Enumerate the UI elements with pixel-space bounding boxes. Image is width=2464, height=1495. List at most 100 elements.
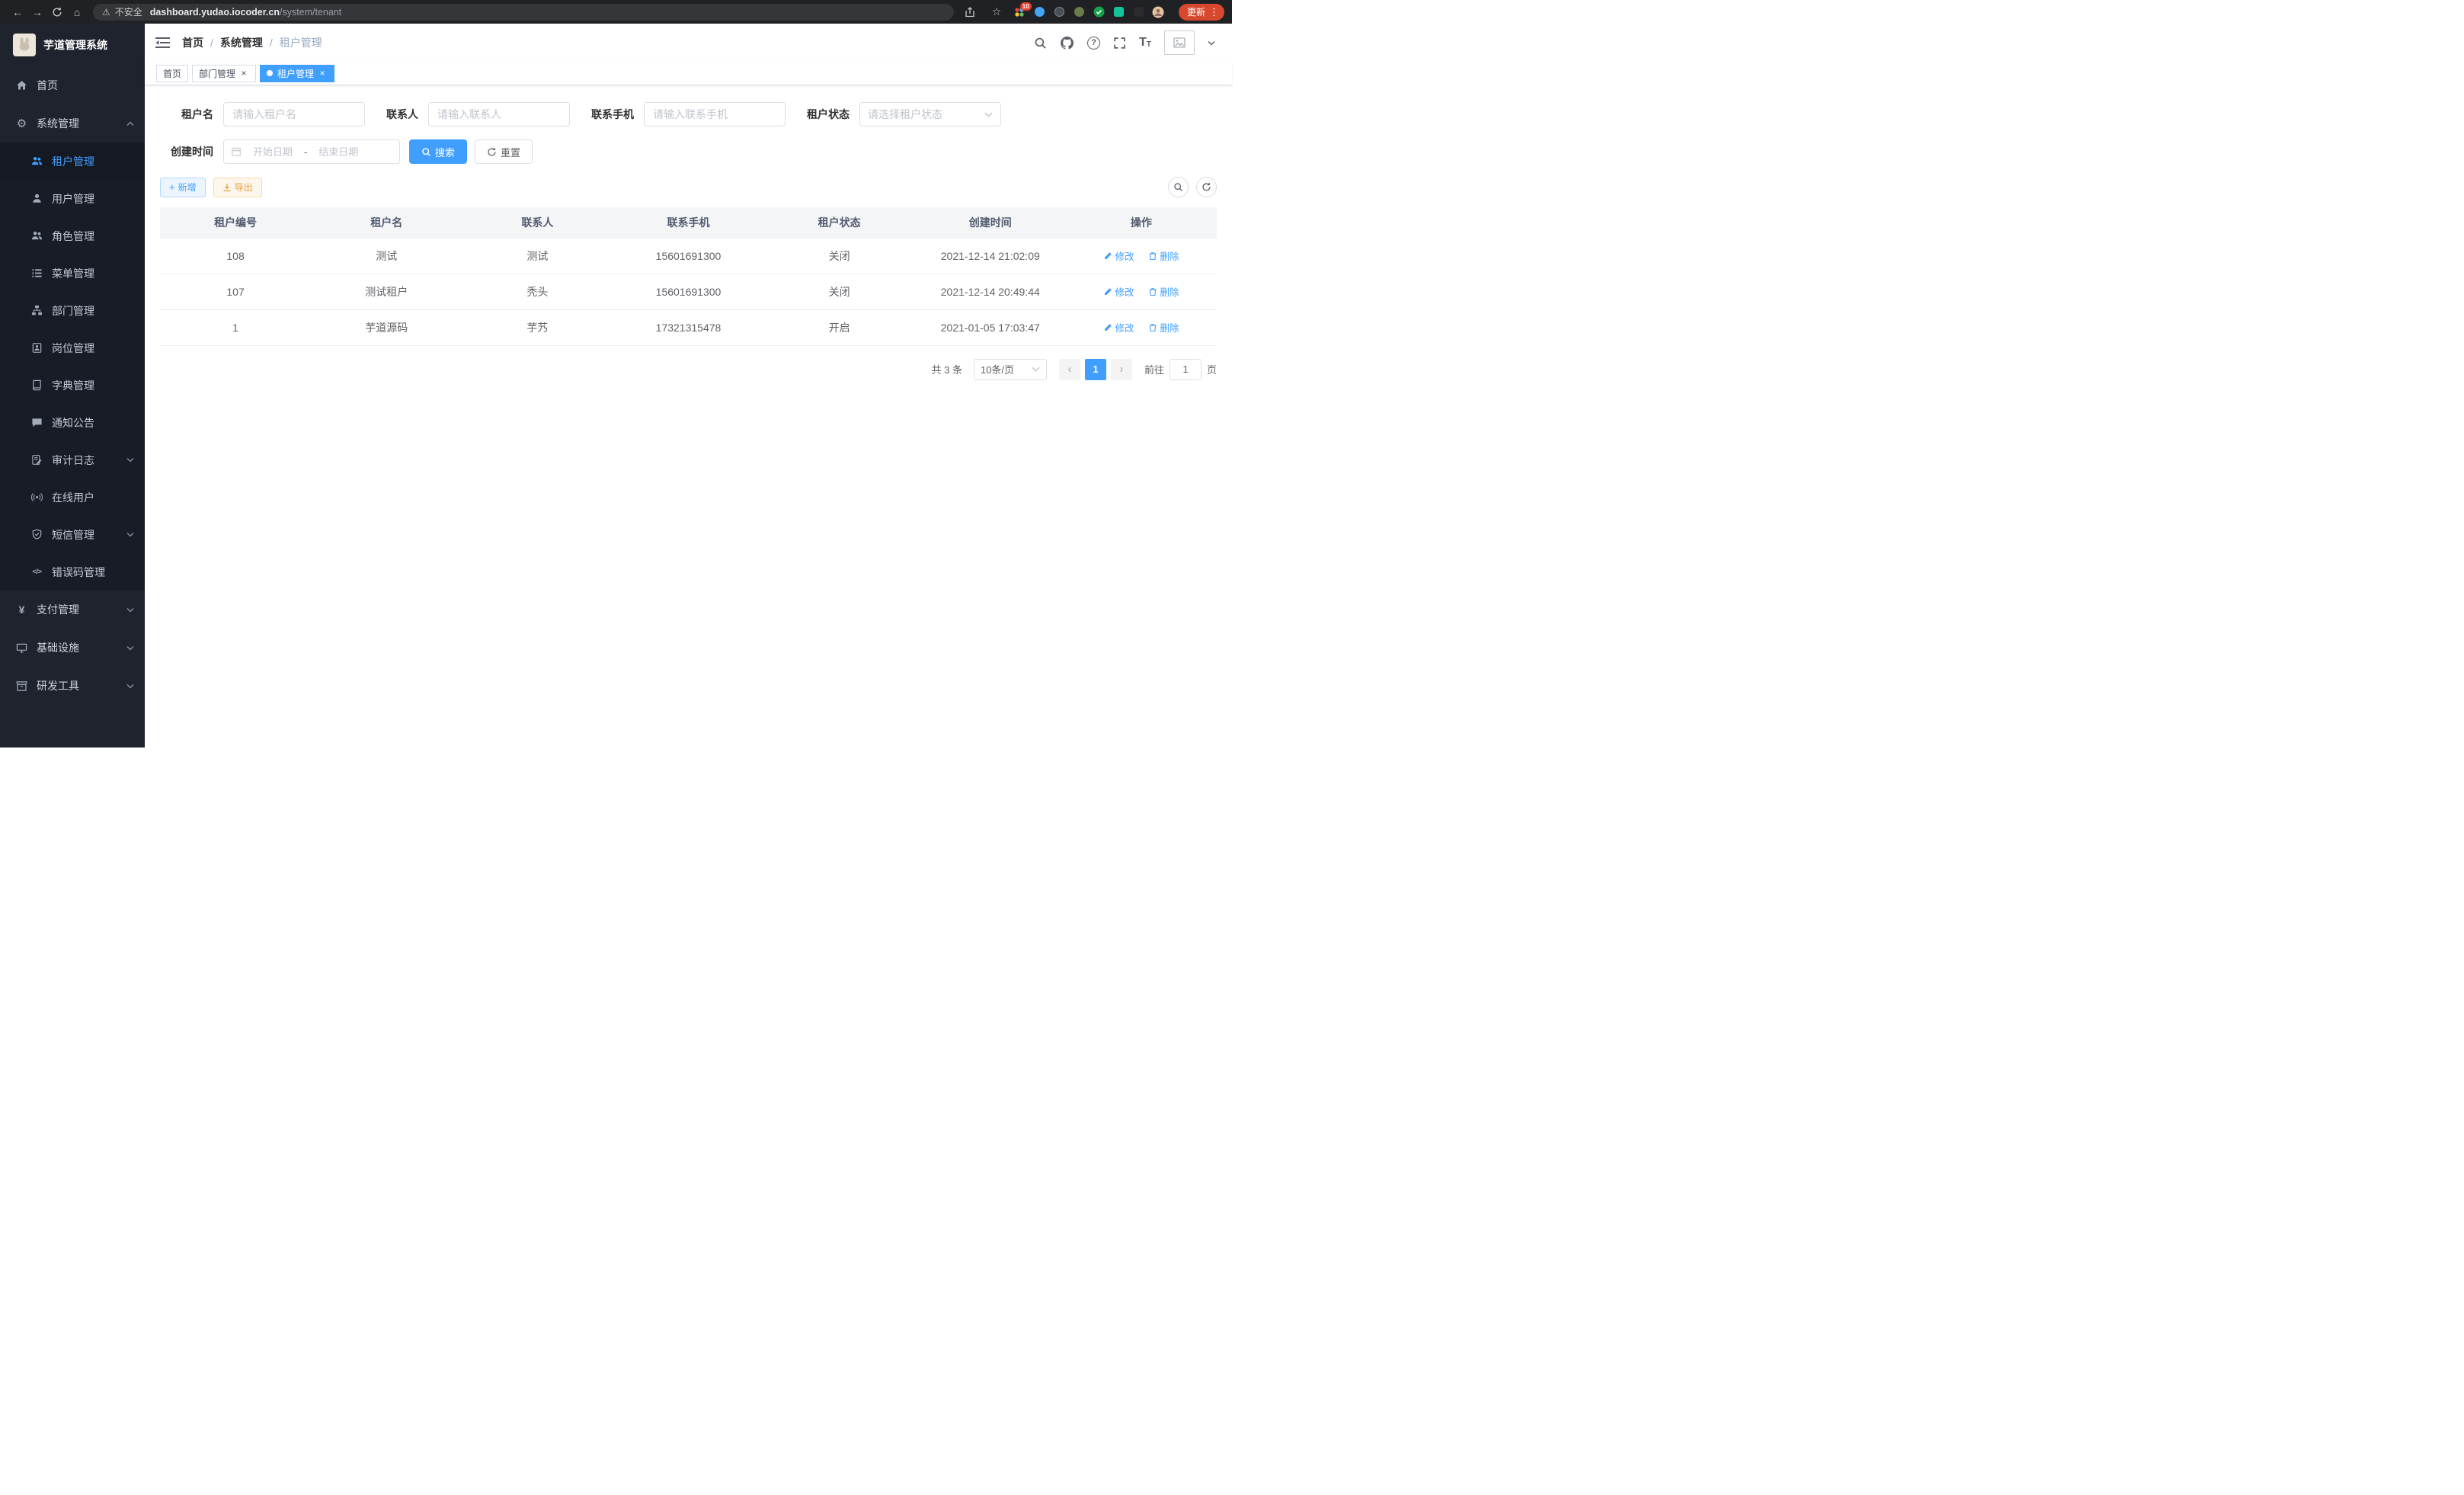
profile-avatar-icon[interactable] bbox=[1152, 5, 1165, 18]
refresh-icon bbox=[487, 147, 497, 157]
prev-page-button[interactable]: ‹ bbox=[1059, 359, 1080, 380]
start-date-input[interactable] bbox=[245, 146, 301, 158]
edit-button[interactable]: 修改 bbox=[1103, 248, 1134, 263]
tab-dept[interactable]: 部门管理 × bbox=[192, 65, 256, 82]
cell-status: 关闭 bbox=[764, 238, 915, 274]
extension-icon[interactable] bbox=[1112, 5, 1125, 18]
sidebar-item-post[interactable]: 岗位管理 bbox=[0, 329, 145, 367]
page-number-button[interactable]: 1 bbox=[1085, 359, 1106, 380]
delete-button[interactable]: 删除 bbox=[1148, 284, 1179, 299]
extension-icon[interactable] bbox=[1033, 5, 1046, 18]
sidebar-item-home[interactable]: 首页 bbox=[0, 66, 145, 104]
contact-input[interactable] bbox=[428, 102, 570, 126]
announcement-icon bbox=[30, 416, 43, 429]
sidebar-item-label: 研发工具 bbox=[37, 678, 79, 693]
sidebar-item-system[interactable]: ⚙ 系统管理 bbox=[0, 104, 145, 142]
export-button[interactable]: 导出 bbox=[213, 178, 262, 197]
page-unit-label: 页 bbox=[1207, 362, 1217, 376]
tab-close-icon[interactable]: × bbox=[238, 68, 249, 78]
breadcrumb-system[interactable]: 系统管理 bbox=[220, 35, 263, 50]
chevron-up-icon bbox=[126, 121, 134, 126]
sidebar-item-audit[interactable]: 审计日志 bbox=[0, 441, 145, 479]
active-tab-dot bbox=[267, 70, 273, 76]
sidebar-item-menu[interactable]: 菜单管理 bbox=[0, 255, 145, 292]
sidebar-item-tenant[interactable]: 租户管理 bbox=[0, 142, 145, 180]
extension-icon[interactable] bbox=[1093, 5, 1106, 18]
sidebar-item-payment[interactable]: ¥ 支付管理 bbox=[0, 591, 145, 629]
tabs-bar: 首页 部门管理 × 租户管理 × bbox=[145, 62, 1232, 85]
fullscreen-icon[interactable] bbox=[1113, 37, 1126, 50]
extension-badge: 10 bbox=[1020, 2, 1032, 11]
sidebar-toggle-icon[interactable] bbox=[155, 37, 170, 49]
create-time-range-picker[interactable]: - bbox=[223, 139, 400, 164]
extension-icon[interactable] bbox=[1073, 5, 1086, 18]
goto-page-input[interactable] bbox=[1170, 359, 1202, 380]
cell-created: 2021-12-14 21:02:09 bbox=[915, 238, 1066, 274]
cell-phone: 15601691300 bbox=[613, 238, 763, 274]
page-size-select[interactable]: 10条/页 bbox=[974, 359, 1047, 380]
sidebar-item-role[interactable]: 角色管理 bbox=[0, 217, 145, 255]
sidebar-item-errorcode[interactable]: </> 错误码管理 bbox=[0, 553, 145, 591]
sidebar-item-dept[interactable]: 部门管理 bbox=[0, 292, 145, 329]
sidebar-item-user[interactable]: 用户管理 bbox=[0, 180, 145, 217]
menu-list-icon bbox=[30, 267, 43, 280]
next-page-button[interactable]: › bbox=[1111, 359, 1132, 380]
home-icon[interactable]: ⌂ bbox=[67, 2, 87, 22]
phone-input[interactable] bbox=[644, 102, 786, 126]
sidebar-item-label: 错误码管理 bbox=[52, 565, 105, 580]
reset-button[interactable]: 重置 bbox=[475, 139, 533, 164]
extension-icon[interactable] bbox=[1132, 5, 1145, 18]
help-icon[interactable]: ? bbox=[1087, 37, 1100, 50]
share-icon[interactable] bbox=[960, 2, 980, 22]
sidebar-item-dict[interactable]: 字典管理 bbox=[0, 367, 145, 404]
create-time-label: 创建时间 bbox=[160, 144, 213, 159]
github-icon[interactable] bbox=[1060, 36, 1074, 50]
refresh-icon bbox=[1202, 182, 1211, 192]
sidebar-item-online[interactable]: 在线用户 bbox=[0, 479, 145, 516]
delete-button[interactable]: 删除 bbox=[1148, 320, 1179, 335]
security-label: 不安全 bbox=[115, 5, 142, 18]
tab-label: 首页 bbox=[163, 67, 181, 80]
toggle-search-button[interactable] bbox=[1168, 177, 1189, 197]
cell-created: 2021-12-14 20:49:44 bbox=[915, 274, 1066, 309]
forward-icon[interactable]: → bbox=[27, 2, 47, 22]
browser-menu-icon[interactable]: ⋮ bbox=[1209, 6, 1219, 18]
chevron-down-icon[interactable] bbox=[1208, 40, 1215, 46]
end-date-input[interactable] bbox=[310, 146, 366, 158]
search-icon[interactable] bbox=[1034, 37, 1047, 50]
tab-tenant[interactable]: 租户管理 × bbox=[260, 65, 334, 82]
address-bar[interactable]: ⚠ 不安全 dashboard.yudao.iocoder.cn/system/… bbox=[93, 4, 954, 21]
tab-close-icon[interactable]: × bbox=[317, 68, 328, 78]
sidebar-item-devtools[interactable]: 研发工具 bbox=[0, 667, 145, 705]
delete-button[interactable]: 删除 bbox=[1148, 248, 1179, 263]
breadcrumb-home[interactable]: 首页 bbox=[182, 35, 203, 50]
extension-icon[interactable]: 10 bbox=[1013, 5, 1026, 18]
url-text: dashboard.yudao.iocoder.cn/system/tenant bbox=[150, 7, 341, 18]
sidebar-item-notice[interactable]: 通知公告 bbox=[0, 404, 145, 441]
reload-icon[interactable] bbox=[47, 2, 67, 22]
add-button[interactable]: + 新增 bbox=[160, 178, 206, 197]
url-path: /system/tenant bbox=[280, 7, 341, 18]
font-size-icon[interactable]: TT bbox=[1139, 37, 1151, 49]
tenant-name-input[interactable] bbox=[223, 102, 365, 126]
user-avatar[interactable] bbox=[1164, 30, 1195, 55]
refresh-button[interactable] bbox=[1196, 177, 1217, 197]
sidebar-item-label: 基础设施 bbox=[37, 640, 79, 655]
app-logo[interactable]: 芋道管理系统 bbox=[0, 24, 145, 66]
browser-update-button[interactable]: 更新 ⋮ bbox=[1179, 4, 1224, 21]
sidebar-item-sms[interactable]: 短信管理 bbox=[0, 516, 145, 553]
sidebar-item-infra[interactable]: 基础设施 bbox=[0, 629, 145, 667]
tab-home[interactable]: 首页 bbox=[156, 65, 188, 82]
back-icon[interactable]: ← bbox=[8, 2, 27, 22]
extension-icon[interactable] bbox=[1053, 5, 1066, 18]
security-warning-icon[interactable]: ⚠ bbox=[102, 7, 110, 18]
status-label: 租户状态 bbox=[807, 107, 850, 122]
contact-label: 联系人 bbox=[386, 107, 418, 122]
edit-button[interactable]: 修改 bbox=[1103, 320, 1134, 335]
edit-button[interactable]: 修改 bbox=[1103, 284, 1134, 299]
audit-log-icon bbox=[30, 453, 43, 466]
bookmark-star-icon[interactable]: ☆ bbox=[987, 2, 1006, 22]
online-users-icon bbox=[30, 491, 43, 504]
search-button[interactable]: 搜索 bbox=[409, 139, 467, 164]
tenant-status-select[interactable]: 请选择租户状态 bbox=[859, 102, 1001, 126]
